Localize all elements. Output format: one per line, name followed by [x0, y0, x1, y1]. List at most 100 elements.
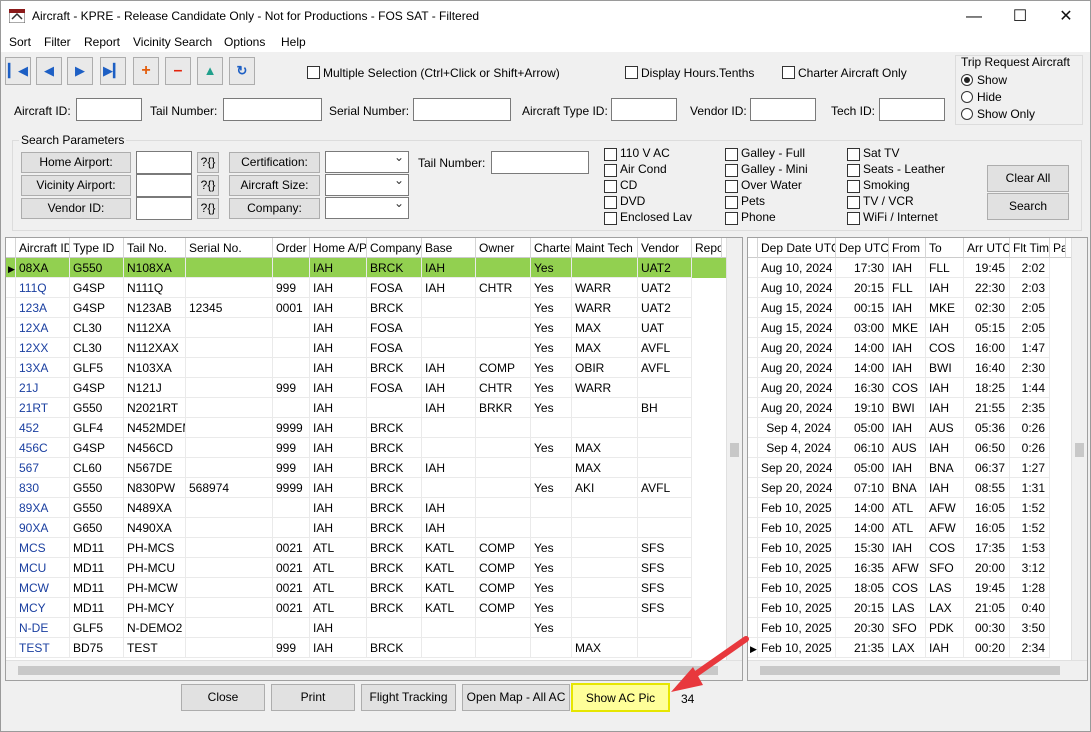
menu-filter[interactable]: Filter [44, 35, 71, 49]
vicinity-airport-input[interactable] [136, 174, 192, 197]
row-indicator[interactable] [748, 298, 758, 318]
table-row[interactable]: 21RT G550 N2021RT IAH IAH BRKR Yes BH [6, 398, 726, 418]
minimize-button[interactable]: — [951, 1, 997, 32]
column-header[interactable]: Base [422, 238, 476, 258]
certification-button[interactable]: Certification: [229, 152, 320, 173]
row-indicator[interactable] [6, 378, 16, 398]
amenity-checkbox[interactable] [847, 148, 860, 161]
column-header[interactable]: Dep UTC [836, 238, 889, 258]
move-up-button[interactable]: ▲ [197, 57, 223, 85]
column-header[interactable]: Maint Tech [572, 238, 638, 258]
row-indicator[interactable] [748, 378, 758, 398]
row-indicator[interactable] [748, 598, 758, 618]
vendor-id-lookup-button[interactable]: ?{} [197, 198, 219, 219]
close-window-button[interactable]: ✕ [1043, 1, 1089, 32]
serial-number-input[interactable] [413, 98, 511, 121]
amenity-checkbox[interactable] [604, 196, 617, 209]
table-row[interactable]: 456C G4SP N456CD 999 IAH BRCK Yes MAX [6, 438, 726, 458]
search-tail-number-input[interactable] [491, 151, 589, 174]
table-row[interactable]: Feb 10, 2025 14:00 ATL AFW 16:05 1:52 [748, 518, 1071, 538]
table-row[interactable]: 111Q G4SP N111Q 999 IAH FOSA IAH CHTR Yes WARR UAT… [6, 278, 726, 298]
amenity-checkbox[interactable] [847, 196, 860, 209]
amenity-checkbox[interactable] [847, 180, 860, 193]
row-indicator[interactable] [6, 578, 16, 598]
certification-select[interactable] [325, 150, 409, 173]
aircraft-id-input[interactable] [76, 98, 142, 121]
table-row[interactable]: 13XA GLF5 N103XA IAH BRCK IAH COMP Yes OBIR AVFL [6, 358, 726, 378]
last-record-button[interactable]: ▶▎ [100, 57, 126, 85]
flight-tracking-button[interactable]: Flight Tracking [361, 684, 456, 711]
display-hours-checkbox[interactable] [625, 66, 638, 79]
amenity-checkbox[interactable] [725, 148, 738, 161]
table-row[interactable]: 21J G4SP N121J 999 IAH FOSA IAH CHTR Yes WARR [6, 378, 726, 398]
aircraft-type-id-input[interactable] [611, 98, 677, 121]
table-row[interactable]: Aug 10, 2024 20:15 FLL IAH 22:30 2:03 [748, 278, 1071, 298]
row-indicator[interactable] [6, 438, 16, 458]
trip-grid-hscroll[interactable] [748, 660, 1087, 680]
table-row[interactable]: ▶ Feb 10, 2025 21:35 LAX IAH 00:20 2:34 [748, 638, 1071, 658]
tail-number-input[interactable] [223, 98, 322, 121]
row-indicator[interactable] [748, 578, 758, 598]
table-row[interactable]: 830 G550 N830PW 568974 9999 IAH BRCK Yes AKI AVFL [6, 478, 726, 498]
row-indicator[interactable] [748, 398, 758, 418]
aircraft-grid-hscroll[interactable] [6, 660, 742, 680]
table-row[interactable]: 89XA G550 N489XA IAH BRCK IAH [6, 498, 726, 518]
column-header[interactable]: Home A/P [310, 238, 367, 258]
menu-help[interactable]: Help [281, 35, 306, 49]
menu-sort[interactable]: Sort [9, 35, 31, 49]
menu-report[interactable]: Report [84, 35, 120, 49]
refresh-button[interactable]: ↻ [229, 57, 255, 85]
aircraft-grid-hscroll-thumb[interactable] [18, 666, 718, 675]
trip-request-show-radio[interactable] [961, 74, 973, 86]
table-row[interactable]: Feb 10, 2025 15:30 IAH COS 17:35 1:53 [748, 538, 1071, 558]
print-button[interactable]: Print [271, 684, 355, 711]
home-airport-button[interactable]: Home Airport: [21, 152, 131, 173]
charter-only-checkbox[interactable] [782, 66, 795, 79]
vicinity-airport-lookup-button[interactable]: ?{} [197, 175, 219, 196]
row-indicator[interactable] [6, 358, 16, 378]
table-row[interactable]: 12XA CL30 N112XA IAH FOSA Yes MAX UAT [6, 318, 726, 338]
row-indicator[interactable] [748, 358, 758, 378]
vendor-id-search-input[interactable] [136, 197, 192, 220]
column-header[interactable]: From [889, 238, 926, 258]
clear-all-button[interactable]: Clear All [987, 165, 1069, 192]
row-indicator[interactable] [6, 338, 16, 358]
row-indicator[interactable] [748, 258, 758, 278]
table-row[interactable]: Aug 20, 2024 14:00 IAH BWI 16:40 2:30 [748, 358, 1071, 378]
close-button[interactable]: Close [181, 684, 265, 711]
row-indicator[interactable] [6, 638, 16, 658]
table-row[interactable]: Feb 10, 2025 20:15 LAS LAX 21:05 0:40 [748, 598, 1071, 618]
column-header[interactable]: Dep Date UTC [758, 238, 836, 258]
amenity-checkbox[interactable] [604, 180, 617, 193]
amenity-checkbox[interactable] [725, 196, 738, 209]
column-header[interactable]: Pax [1050, 238, 1066, 258]
table-row[interactable]: MCS MD11 PH-MCS 0021 ATL BRCK KATL COMP Yes SFS [6, 538, 726, 558]
column-header[interactable]: Vendor [638, 238, 692, 258]
menu-vicinity-search[interactable]: Vicinity Search [133, 35, 212, 49]
column-header[interactable]: Order [273, 238, 310, 258]
row-indicator[interactable] [6, 538, 16, 558]
row-indicator[interactable] [748, 418, 758, 438]
table-row[interactable]: Aug 20, 2024 16:30 COS IAH 18:25 1:44 [748, 378, 1071, 398]
table-row[interactable]: Aug 20, 2024 14:00 IAH COS 16:00 1:47 [748, 338, 1071, 358]
table-row[interactable]: Sep 4, 2024 06:10 AUS IAH 06:50 0:26 [748, 438, 1071, 458]
table-row[interactable]: Sep 20, 2024 05:00 IAH BNA 06:37 1:27 [748, 458, 1071, 478]
home-airport-lookup-button[interactable]: ?{} [197, 152, 219, 173]
row-indicator[interactable] [748, 478, 758, 498]
row-indicator[interactable] [748, 458, 758, 478]
vicinity-airport-button[interactable]: Vicinity Airport: [21, 175, 131, 196]
table-row[interactable]: 12XX CL30 N112XAX IAH FOSA Yes MAX AVFL [6, 338, 726, 358]
row-indicator[interactable] [748, 518, 758, 538]
amenity-checkbox[interactable] [604, 212, 617, 225]
home-airport-input[interactable] [136, 151, 192, 174]
column-header[interactable]: Report [692, 238, 722, 258]
column-header[interactable]: Serial No. [186, 238, 273, 258]
amenity-checkbox[interactable] [847, 212, 860, 225]
multiple-selection-checkbox[interactable] [307, 66, 320, 79]
table-row[interactable]: ▶ 08XA G550 N108XA IAH BRCK IAH Yes UAT2 [6, 258, 726, 278]
table-row[interactable]: Aug 10, 2024 17:30 IAH FLL 19:45 2:02 [748, 258, 1071, 278]
first-record-button[interactable]: ▎◀ [5, 57, 31, 85]
column-header[interactable]: Company [367, 238, 422, 258]
row-indicator[interactable] [6, 318, 16, 338]
row-indicator[interactable] [6, 558, 16, 578]
